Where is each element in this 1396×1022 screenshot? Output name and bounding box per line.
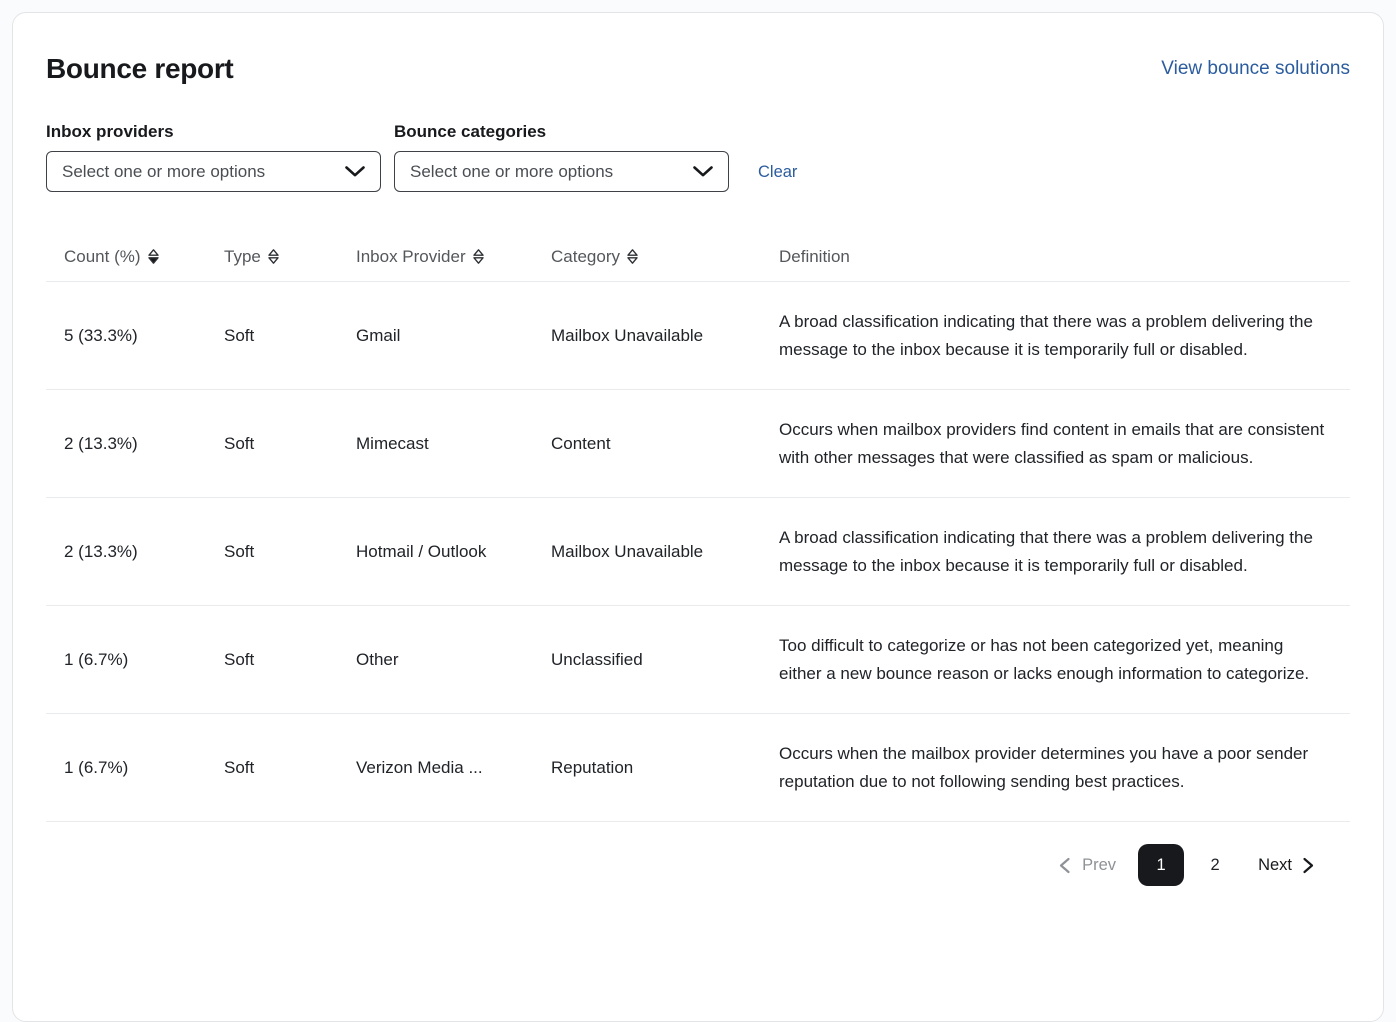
prev-page-button[interactable]: Prev <box>1058 856 1116 875</box>
cell-definition: Occurs when mailbox providers find conte… <box>779 389 1350 498</box>
column-label: Inbox Provider <box>356 247 466 266</box>
column-label: Count (%) <box>64 247 141 266</box>
inbox-providers-filter: Inbox providers Select one or more optio… <box>46 122 381 192</box>
cell-type: Soft <box>224 497 356 606</box>
cell-type: Soft <box>224 281 356 390</box>
table-row: 2 (13.3%) Soft Hotmail / Outlook Mailbox Un… <box>46 497 1350 606</box>
clear-filters-link[interactable]: Clear <box>758 163 797 182</box>
page-button-2[interactable]: 2 <box>1192 844 1238 886</box>
sort-icon <box>268 249 279 264</box>
cell-type: Soft <box>224 713 356 822</box>
page-button-1[interactable]: 1 <box>1138 844 1185 886</box>
cell-type: Soft <box>224 389 356 498</box>
column-label: Category <box>551 247 620 266</box>
cell-definition: A broad classification indicating that t… <box>779 497 1350 606</box>
bounce-categories-label: Bounce categories <box>394 122 547 141</box>
inbox-providers-label: Inbox providers <box>46 122 174 141</box>
cell-inbox-provider: Verizon Media ... <box>356 713 551 822</box>
cell-count: 5 (33.3%) <box>46 281 224 390</box>
cell-inbox-provider: Mimecast <box>356 389 551 498</box>
cell-inbox-provider: Hotmail / Outlook <box>356 497 551 606</box>
column-label: Type <box>224 247 261 266</box>
column-header-type[interactable]: Type <box>224 247 356 282</box>
column-header-definition: Definition <box>779 247 1350 282</box>
cell-category: Mailbox Unavailable <box>551 497 779 606</box>
sort-icon <box>147 249 159 264</box>
filters-row: Inbox providers Select one or more optio… <box>46 122 1350 192</box>
cell-definition: A broad classification indicating that t… <box>779 281 1350 390</box>
cell-count: 1 (6.7%) <box>46 713 224 822</box>
bounce-report-table: Count (%) Type Inbox Provider Category Defin… <box>46 247 1350 822</box>
cell-inbox-provider: Other <box>356 605 551 714</box>
table-header-row: Count (%) Type Inbox Provider Category Defin… <box>46 247 1350 282</box>
page-title: Bounce report <box>46 53 234 84</box>
table-row: 1 (6.7%) Soft Verizon Media ... Reputation O… <box>46 713 1350 822</box>
bounce-report-card: Bounce report View bounce solutions Inbo… <box>12 12 1384 1022</box>
prev-label: Prev <box>1082 855 1117 874</box>
chevron-down-icon <box>345 166 365 177</box>
view-bounce-solutions-link[interactable]: View bounce solutions <box>1161 58 1350 80</box>
sort-icon <box>627 249 638 264</box>
inbox-providers-placeholder: Select one or more options <box>62 161 266 181</box>
chevron-down-icon <box>693 166 713 177</box>
next-label: Next <box>1258 855 1292 874</box>
cell-count: 1 (6.7%) <box>46 605 224 714</box>
card-header: Bounce report View bounce solutions <box>46 53 1350 85</box>
column-header-category[interactable]: Category <box>551 247 779 282</box>
cell-category: Unclassified <box>551 605 779 714</box>
column-header-count[interactable]: Count (%) <box>46 247 224 282</box>
cell-inbox-provider: Gmail <box>356 281 551 390</box>
table-body: 5 (33.3%) Soft Gmail Mailbox Unavailable A b… <box>46 281 1350 822</box>
cell-definition: Too difficult to categorize or has not b… <box>779 605 1350 714</box>
chevron-left-icon <box>1060 857 1070 873</box>
bounce-categories-filter: Bounce categories Select one or more opt… <box>394 122 729 192</box>
table-row: 1 (6.7%) Soft Other Unclassified Too difficu… <box>46 605 1350 714</box>
table-row: 2 (13.3%) Soft Mimecast Content Occurs when … <box>46 389 1350 498</box>
bounce-categories-placeholder: Select one or more options <box>410 161 614 181</box>
next-page-button[interactable]: Next <box>1258 856 1315 875</box>
cell-count: 2 (13.3%) <box>46 497 224 606</box>
cell-category: Reputation <box>551 713 779 822</box>
column-label: Definition <box>779 247 850 266</box>
table-row: 5 (33.3%) Soft Gmail Mailbox Unavailable A b… <box>46 281 1350 390</box>
bounce-categories-select[interactable]: Select one or more options <box>394 151 729 192</box>
sort-icon <box>472 249 484 264</box>
inbox-providers-select[interactable]: Select one or more options <box>46 151 381 192</box>
pagination-pages: 12 <box>1134 844 1242 886</box>
cell-category: Content <box>551 389 779 498</box>
cell-type: Soft <box>224 605 356 714</box>
cell-count: 2 (13.3%) <box>46 389 224 498</box>
pagination: Prev 12 Next <box>46 844 1315 886</box>
column-header-inbox-provider[interactable]: Inbox Provider <box>356 247 551 282</box>
chevron-right-icon <box>1303 857 1314 873</box>
cell-category: Mailbox Unavailable <box>551 281 779 390</box>
cell-definition: Occurs when the mailbox provider determi… <box>779 713 1350 822</box>
